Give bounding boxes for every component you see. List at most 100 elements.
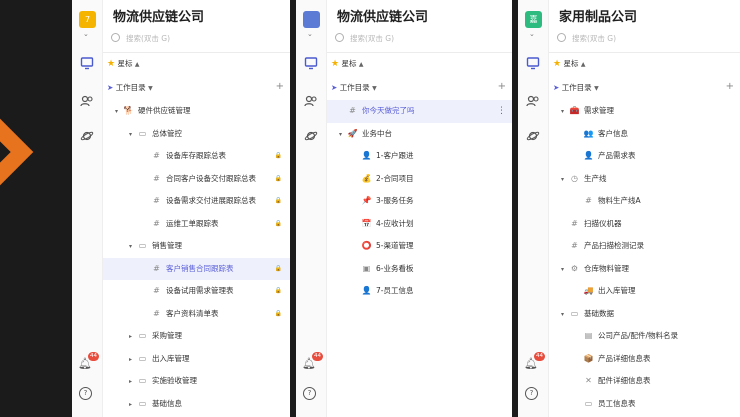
- tree-item[interactable]: 🚚 出入库管理: [549, 280, 740, 303]
- contacts-icon[interactable]: [80, 94, 94, 108]
- chevron-down-icon[interactable]: ▾: [129, 236, 137, 259]
- tree-item[interactable]: ▾ 🚀 业务中台: [327, 123, 512, 146]
- tree-item-label: 合同客户设备交付跟踪总表: [166, 173, 256, 183]
- tree-item[interactable]: ▾ ⚙ 仓库物料管理: [549, 258, 740, 281]
- workspace-section[interactable]: ➤ 工作目录 ▼ +: [331, 81, 506, 93]
- help-icon[interactable]: ?: [79, 387, 92, 400]
- more-options-icon[interactable]: ⋮: [497, 100, 506, 123]
- document-icon: ▤: [584, 331, 593, 340]
- tree-item[interactable]: ▾ 🐕 硬件供应链管理: [103, 100, 290, 123]
- add-icon[interactable]: +: [498, 81, 506, 92]
- company-logo[interactable]: 7: [79, 11, 96, 28]
- tree-item[interactable]: ▸ ▭ 基础信息: [103, 393, 290, 416]
- person-icon: 👤: [361, 286, 372, 295]
- company-logo[interactable]: 嘉: [525, 11, 542, 28]
- company-title[interactable]: 家用制品公司: [559, 6, 637, 25]
- chevron-down-icon[interactable]: ⌄: [307, 30, 313, 38]
- tree-item[interactable]: ▣ 6-业务看板: [327, 258, 512, 281]
- notification-badge: 44: [312, 352, 323, 361]
- monitor-icon[interactable]: [80, 56, 94, 70]
- workspace-section[interactable]: ➤ 工作目录 ▼ +: [107, 81, 284, 93]
- tree-item[interactable]: # 客户销售合同跟踪表 🔒: [103, 257, 290, 280]
- add-icon[interactable]: +: [726, 81, 734, 92]
- tree-item[interactable]: ✕ 配件详细信息表: [549, 370, 740, 393]
- person-icon: 👤: [583, 151, 594, 160]
- monitor-icon[interactable]: [304, 56, 318, 70]
- chevron-down-icon[interactable]: ▾: [115, 101, 123, 124]
- help-icon[interactable]: ?: [303, 387, 316, 400]
- star-icon: ★: [331, 59, 340, 69]
- chevron-down-icon[interactable]: ⌄: [529, 30, 535, 38]
- tree-item[interactable]: 👤 产品需求表: [549, 145, 740, 168]
- tree-item[interactable]: # 运维工单跟踪表 🔒: [103, 213, 290, 236]
- tree-item[interactable]: ▭ 员工信息表: [549, 393, 740, 416]
- workspace-section[interactable]: ➤ 工作目录 ▼ +: [553, 81, 734, 93]
- monitor-icon[interactable]: [526, 56, 540, 70]
- planet-icon[interactable]: [526, 129, 540, 143]
- planet-icon[interactable]: [80, 129, 94, 143]
- chevron-right-icon[interactable]: ▸: [129, 371, 137, 394]
- company-logo[interactable]: [303, 11, 320, 28]
- tree-item[interactable]: 👥 客户信息: [549, 123, 740, 146]
- tree-item[interactable]: # 物料生产线A: [549, 190, 740, 213]
- planet-icon[interactable]: [304, 129, 318, 143]
- tree-item[interactable]: ▾ 🧰 需求管理: [549, 100, 740, 123]
- chevron-up-icon: ▲: [134, 61, 140, 68]
- tree-item[interactable]: # 你今天做完了吗 ⋮: [327, 100, 512, 123]
- tree-item[interactable]: # 合同客户设备交付跟踪总表 🔒: [103, 168, 290, 191]
- tree-item[interactable]: # 设备需求交付进展跟踪总表 🔒: [103, 190, 290, 213]
- tree-item[interactable]: ▤ 公司产品/配件/物料名录: [549, 325, 740, 348]
- pet-icon: 🐕: [123, 106, 134, 115]
- chevron-down-icon[interactable]: ⌄: [83, 30, 89, 38]
- add-icon[interactable]: +: [276, 81, 284, 92]
- chevron-right-icon[interactable]: ▸: [129, 326, 137, 349]
- search-input[interactable]: 搜索(双击 G): [335, 33, 394, 47]
- starred-section[interactable]: ★ 星标 ▲: [553, 58, 585, 69]
- tree-item[interactable]: ▾ ◷ 生产线: [549, 168, 740, 191]
- tree-item[interactable]: 👤 1-客户跟进: [327, 145, 512, 168]
- tree-item[interactable]: 📦 产品详细信息表: [549, 348, 740, 371]
- tree-item[interactable]: # 扫描仪机器: [549, 213, 740, 236]
- tree-item[interactable]: ▾ ▭ 基础数据: [549, 303, 740, 326]
- search-input[interactable]: 搜索(双击 G): [557, 33, 616, 47]
- starred-section[interactable]: ★ 星标 ▲: [331, 58, 363, 69]
- tree-item[interactable]: # 客户资料清单表 🔒: [103, 303, 290, 326]
- tree-item[interactable]: ▸ ▭ 实施验收管理: [103, 370, 290, 393]
- tree-item[interactable]: 📌 3-服务任务: [327, 190, 512, 213]
- search-input[interactable]: 搜索(双击 G): [111, 33, 170, 47]
- tree-item[interactable]: ▸ ▭ 采购管理: [103, 325, 290, 348]
- tree-item[interactable]: ▾ ▭ 销售管理: [103, 235, 290, 258]
- tree-item[interactable]: # 产品扫描检测记录: [549, 235, 740, 258]
- star-icon: ★: [107, 59, 116, 69]
- company-title[interactable]: 物流供应链公司: [337, 6, 428, 25]
- crane-icon: ⚙: [570, 263, 579, 273]
- tree-item-label: 运维工单跟踪表: [166, 218, 219, 228]
- tree-item[interactable]: ▾ ▭ 总体管控: [103, 123, 290, 146]
- sidebar: 家用制品公司 搜索(双击 G) ★ 星标 ▲ ➤ 工作目录 ▼ + ▾ 🧰 需求管理 👥…: [549, 0, 740, 417]
- contacts-icon[interactable]: [304, 94, 318, 108]
- chevron-down-icon[interactable]: ▾: [339, 124, 347, 147]
- starred-section[interactable]: ★ 星标 ▲: [107, 58, 139, 69]
- tree-item[interactable]: 👤 7-员工信息: [327, 280, 512, 303]
- workspace-panel-2: ⌄ 🔔︎ 44 ? 物流供应链公司 搜索(双击 G) ★ 星标 ▲ ➤ 工作目录…: [296, 0, 512, 417]
- tree-item[interactable]: ⭕ 5-渠道管理: [327, 235, 512, 258]
- chevron-down-icon[interactable]: ▾: [561, 259, 569, 282]
- monitor-icon: ▣: [362, 263, 371, 273]
- chevron-right-icon[interactable]: ▸: [129, 394, 137, 417]
- workspace-icon: ➤: [107, 83, 114, 92]
- chevron-down-icon[interactable]: ▾: [129, 124, 137, 147]
- company-title[interactable]: 物流供应链公司: [113, 6, 204, 25]
- tree-item[interactable]: ▸ ▭ 出入库管理: [103, 348, 290, 371]
- chevron-right-icon[interactable]: ▸: [129, 349, 137, 372]
- table-icon: #: [585, 196, 592, 205]
- tree-item[interactable]: 📅 4-应收计划: [327, 213, 512, 236]
- contacts-icon[interactable]: [526, 94, 540, 108]
- tree-item[interactable]: 💰 2-合同项目: [327, 168, 512, 191]
- chevron-down-icon[interactable]: ▾: [561, 101, 569, 124]
- tree-item[interactable]: # 设备试用需求管理表 🔒: [103, 280, 290, 303]
- chevron-down-icon[interactable]: ▾: [561, 304, 569, 327]
- help-icon[interactable]: ?: [525, 387, 538, 400]
- chevron-down-icon[interactable]: ▾: [561, 169, 569, 192]
- workspace-panel-1: 7 ⌄ 🔔︎ 44 ? 物流供应链公司 搜索(双击 G) ★ 星标 ▲ ➤ 工作…: [72, 0, 290, 417]
- tree-item[interactable]: # 设备库存跟踪总表 🔒: [103, 145, 290, 168]
